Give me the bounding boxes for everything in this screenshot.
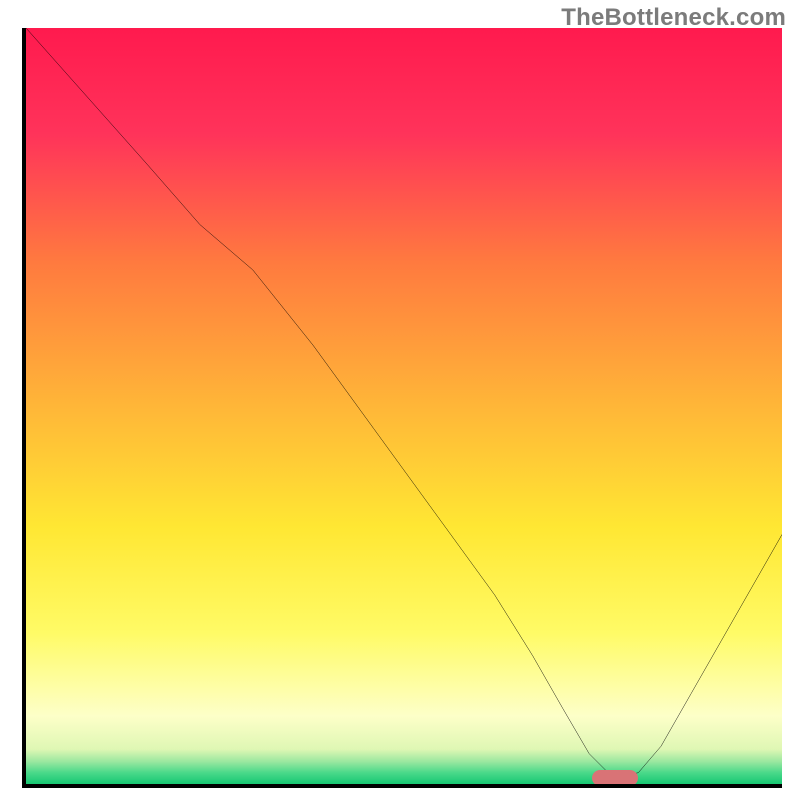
optimal-point-marker xyxy=(592,770,638,787)
chart-container: TheBottleneck.com xyxy=(0,0,800,800)
bottleneck-curve xyxy=(26,28,782,784)
plot-area xyxy=(22,28,782,788)
